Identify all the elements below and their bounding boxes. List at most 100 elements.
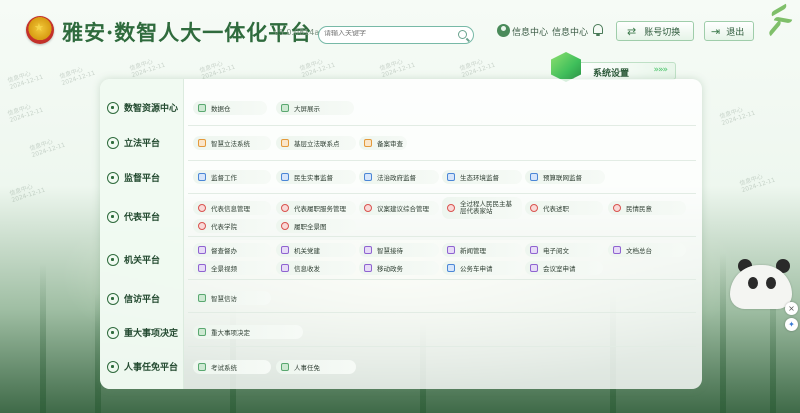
petition-icon — [198, 294, 206, 302]
row-divider — [188, 193, 696, 194]
category-icon — [107, 253, 119, 266]
logout-label: 退出 — [726, 27, 745, 38]
message-icon — [281, 264, 289, 272]
category-supervision[interactable]: 监督平台 — [107, 171, 185, 184]
app-deputy-academy[interactable]: 代表学院 — [193, 219, 271, 233]
row-divider — [188, 125, 696, 126]
version-label: v5.0.0814a — [274, 28, 320, 37]
mobile-icon — [364, 264, 372, 272]
watermark: 信息中心 2024-12-11 — [28, 138, 67, 160]
close-icon[interactable]: × — [785, 302, 798, 315]
category-icon — [107, 210, 119, 223]
search-box[interactable] — [318, 26, 474, 44]
watermark: 信息中心 2024-12-11 — [6, 103, 45, 125]
app-major-matters[interactable]: 重大事项决定 — [193, 325, 303, 339]
app-rule-of-law-supervision[interactable]: 法治政府监督 — [359, 170, 439, 184]
app-livelihood-supervision[interactable]: 民生实事监督 — [276, 170, 356, 184]
app-ecology-supervision[interactable]: 生态环境监督 — [442, 170, 522, 184]
info-center-link[interactable]: 信息中心 — [552, 25, 588, 38]
platform-panel: 数智资源中心 立法平台 监督平台 代表平台 机关平台 信访平台 重大事项决定 人… — [100, 79, 702, 389]
budget-icon — [530, 173, 538, 181]
app-data-warehouse[interactable]: 数据仓 — [193, 101, 267, 115]
app-filing-review[interactable]: 备案审查 — [359, 136, 407, 150]
bamboo-leaf-icon — [760, 2, 794, 42]
category-icon — [107, 326, 119, 339]
app-big-screen[interactable]: 大屏展示 — [276, 101, 354, 115]
app-duty-service[interactable]: 代表履职服务管理 — [276, 201, 356, 215]
row-divider — [188, 236, 696, 237]
app-deputy-report[interactable]: 代表述职 — [525, 201, 603, 215]
supervision-icon — [198, 173, 206, 181]
category-legislation[interactable]: 立法平台 — [107, 136, 185, 149]
ecology-icon — [447, 173, 455, 181]
contact-point-icon — [281, 139, 289, 147]
app-public-opinion[interactable]: 民情民意 — [608, 201, 686, 215]
app-car-application[interactable]: 公务车申请 — [442, 261, 522, 275]
row-divider — [188, 160, 696, 161]
major-matter-icon — [198, 328, 206, 336]
app-legislation-contact-point[interactable]: 基层立法联系点 — [276, 136, 356, 150]
app-panorama-video[interactable]: 全景视频 — [193, 261, 271, 275]
app-supervision-work[interactable]: 监督工作 — [193, 170, 271, 184]
app-home-station[interactable]: 全过程人民民主基层代表家站 — [442, 197, 522, 219]
category-icon — [107, 171, 119, 184]
reception-icon — [364, 246, 372, 254]
app-inspection[interactable]: 督查督办 — [193, 243, 271, 257]
arrows-icon: »»» — [653, 65, 667, 75]
party-building-icon — [281, 246, 289, 254]
bamboo-trunk — [40, 263, 46, 413]
duty-service-icon — [281, 204, 289, 212]
app-duty-panorama[interactable]: 履职全景图 — [276, 219, 356, 233]
app-e-document[interactable]: 电子阅文 — [525, 243, 603, 257]
category-resource-center[interactable]: 数智资源中心 — [107, 101, 185, 114]
app-party-building[interactable]: 机关党建 — [276, 243, 356, 257]
category-personnel[interactable]: 人事任免平台 — [107, 360, 185, 373]
assistant-icon[interactable]: ✦ — [785, 318, 798, 331]
app-message[interactable]: 信息收发 — [276, 261, 356, 275]
switch-account-button[interactable]: ⇄ 账号切换 — [616, 21, 694, 41]
app-archive-desk[interactable]: 文档总台 — [608, 243, 686, 257]
watermark: 信息中心 2024-12-11 — [738, 173, 777, 195]
category-icon — [107, 292, 119, 305]
row-divider — [188, 346, 696, 347]
category-major-matters[interactable]: 重大事项决定 — [107, 326, 185, 339]
logout-button[interactable]: ⇥ 退出 — [704, 21, 754, 41]
app-smart-legislation[interactable]: 智慧立法系统 — [193, 136, 271, 150]
legislation-icon — [198, 139, 206, 147]
home-station-icon — [447, 204, 455, 212]
category-icon — [107, 136, 119, 149]
app-news-management[interactable]: 新闻管理 — [442, 243, 522, 257]
app-smart-reception[interactable]: 智慧接待 — [359, 243, 439, 257]
app-smart-petition[interactable]: 智慧信访 — [193, 291, 271, 305]
app-deputy-info[interactable]: 代表信息管理 — [193, 201, 271, 215]
e-document-icon — [530, 246, 538, 254]
user-name-link[interactable]: 信息中心 — [512, 25, 548, 38]
exam-icon — [198, 363, 206, 371]
emblem-icon — [26, 16, 54, 44]
user-icon[interactable] — [497, 24, 510, 37]
category-petition[interactable]: 信访平台 — [107, 292, 185, 305]
search-icon[interactable] — [458, 30, 467, 39]
search-input[interactable] — [324, 30, 454, 37]
category-organ[interactable]: 机关平台 — [107, 253, 185, 266]
system-settings-bar: 系统设置 »»» — [572, 62, 676, 80]
app-mobile-affairs[interactable]: 移动政务 — [359, 261, 439, 275]
watermark: 信息中心 2024-12-11 — [8, 183, 47, 205]
app-meeting-room[interactable]: 会议室申请 — [525, 261, 603, 275]
archive-icon — [613, 246, 621, 254]
app-personnel-appointment[interactable]: 人事任免 — [276, 360, 356, 374]
category-deputy[interactable]: 代表平台 — [107, 210, 185, 223]
car-icon — [447, 264, 455, 272]
meeting-room-icon — [530, 264, 538, 272]
app-exam-system[interactable]: 考试系统 — [193, 360, 271, 374]
bell-icon[interactable] — [592, 23, 604, 37]
system-settings-label: 系统设置 — [593, 69, 630, 79]
row-divider — [188, 312, 696, 313]
academy-icon — [198, 222, 206, 230]
app-budget-supervision[interactable]: 预算联网监督 — [525, 170, 605, 184]
switch-icon: ⇄ — [627, 24, 637, 38]
app-proposal-management[interactable]: 议案建议综合管理 — [359, 201, 439, 215]
news-icon — [447, 246, 455, 254]
deputy-info-icon — [198, 204, 206, 212]
category-sidebar — [100, 79, 184, 389]
